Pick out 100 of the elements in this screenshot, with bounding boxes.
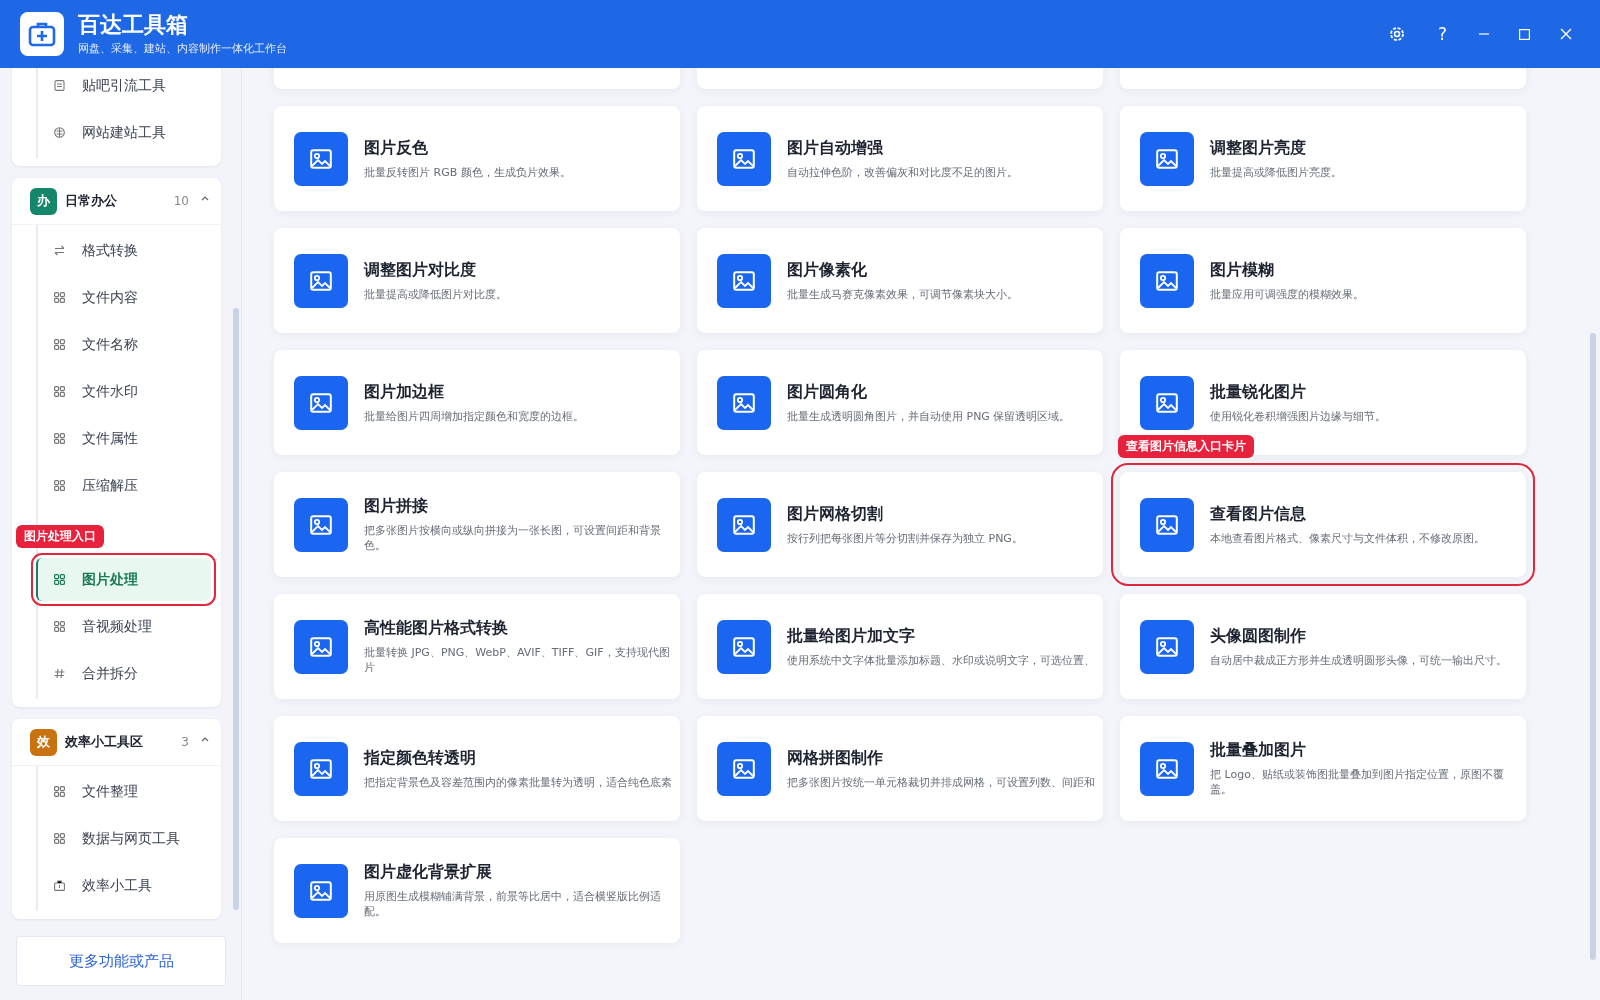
tool-card[interactable]: 调整图片亮度 批量提高或降低图片亮度。 — [1120, 106, 1526, 211]
image-icon — [1140, 375, 1194, 430]
image-icon — [294, 131, 348, 186]
card-description: 批量生成透明圆角图片，并自动使用 PNG 保留透明区域。 — [787, 408, 1072, 424]
card-title: 头像圆图制作 — [1210, 625, 1307, 647]
sidebar-item[interactable]: 压缩解压 — [38, 464, 211, 507]
sidebar-item[interactable]: 音视频处理 — [38, 605, 211, 648]
tool-card[interactable]: 头像圆图制作 自动居中裁成正方形并生成透明圆形头像，可统一输出尺寸。 — [1120, 594, 1526, 699]
image-icon — [717, 375, 771, 430]
image-icon — [717, 497, 771, 552]
sidebar-item[interactable]: 网站建站工具 — [38, 111, 211, 154]
tool-card[interactable]: 高性能图片格式转换 批量转换 JPG、PNG、WebP、AVIF、TIFF、GIF，支持现代图片 — [274, 594, 680, 699]
sidebar-item[interactable]: 文件内容 — [38, 276, 211, 319]
tool-card[interactable]: 批量叠加图片 把 Logo、贴纸或装饰图批量叠加到图片指定位置，原图不覆盖。 — [1120, 716, 1526, 821]
sidebar-item[interactable]: 数据与网页工具 — [38, 817, 211, 860]
callout-label: 图片处理入口 — [16, 525, 104, 548]
tool-card[interactable]: 图片自动增强 自动拉伸色阶，改善偏灰和对比度不足的图片。 — [697, 106, 1103, 211]
sidebar-item[interactable]: 格式转换 — [38, 229, 211, 272]
grid-icon — [54, 786, 65, 797]
image-icon — [294, 497, 348, 552]
card-description: 按行列把每张图片等分切割并保存为独立 PNG。 — [787, 530, 1024, 546]
image-icon — [1140, 619, 1194, 674]
tool-card[interactable]: 图片虚化背景扩展 用原图生成模糊铺满背景，前景等比居中，适合横竖版比例适配。 — [274, 838, 680, 943]
card-title: 图片反色 — [364, 137, 429, 159]
card-description: 批量给图片四周增加指定颜色和宽度的边框。 — [364, 408, 585, 424]
card-description: 批量反转图片 RGB 颜色，生成负片效果。 — [364, 164, 572, 180]
image-icon — [1140, 497, 1194, 552]
card-title: 批量锐化图片 — [1210, 381, 1307, 403]
callout-label: 查看图片信息入口卡片 — [1118, 435, 1254, 458]
image-icon — [1140, 253, 1194, 308]
swap-icon — [54, 245, 65, 256]
card-description: 自动拉伸色阶，改善偏灰和对比度不足的图片。 — [787, 164, 1019, 180]
image-icon — [294, 863, 348, 918]
hash-icon — [54, 668, 65, 679]
help-button[interactable]: ? — [1435, 24, 1449, 44]
tool-card[interactable]: 调整图片对比度 批量提高或降低图片对比度。 — [274, 228, 680, 333]
card-title: 网格拼图制作 — [787, 747, 884, 769]
more-products-button[interactable]: 更多功能或产品 — [16, 936, 226, 986]
card-title: 图片圆角化 — [787, 381, 868, 403]
card-description: 本地查看图片格式、像素尺寸与文件体积，不修改原图。 — [1210, 530, 1486, 546]
tool-card[interactable]: 批量给图片加文字 使用系统中文字体批量添加标题、水印或说明文字，可选位置、 — [697, 594, 1103, 699]
card-title: 图片虚化背景扩展 — [364, 862, 493, 883]
sidebar-item[interactable]: 效率小工具 — [38, 864, 211, 907]
image-icon — [294, 253, 348, 308]
globe-icon — [54, 127, 65, 138]
image-icon — [1140, 131, 1194, 186]
tool-card[interactable]: 网格拼图制作 把多张图片按统一单元格裁切并排成网格，可设置列数、间距和 — [697, 716, 1103, 821]
card-title: 图片拼接 — [364, 496, 429, 517]
card-description: 使用系统中文字体批量添加标题、水印或说明文字，可选位置、 — [787, 652, 1095, 668]
tool-card[interactable]: 指定颜色转透明 把指定背景色及容差范围内的像素批量转为透明，适合纯色底素 — [274, 716, 680, 821]
sidebar-item[interactable]: 文件整理 — [38, 770, 211, 813]
grid-icon — [54, 480, 65, 491]
card-title: 指定颜色转透明 — [364, 747, 477, 769]
app-subtitle: 网盘、采集、建站、内容制作一体化工作台 — [78, 41, 287, 56]
caret-icon[interactable] — [201, 195, 209, 201]
card-title: 图片加边框 — [364, 381, 445, 403]
sidebar-item[interactable]: 文件名称 — [38, 323, 211, 366]
group-badge: 办 — [30, 187, 57, 215]
card-title: 查看图片信息 — [1210, 503, 1307, 525]
tool-card[interactable]: 图片模糊 批量应用可调强度的模糊效果。 — [1120, 228, 1526, 333]
tool-card[interactable]: 图片像素化 批量生成马赛克像素效果，可调节像素块大小。 — [697, 228, 1103, 333]
tool-card[interactable]: 图片网格切割 按行列把每张图片等分切割并保存为独立 PNG。 — [697, 472, 1103, 577]
tool-card[interactable]: 图片加边框 批量给图片四周增加指定颜色和宽度的边框。 — [274, 350, 680, 455]
grid-icon — [54, 621, 65, 632]
card-title: 调整图片对比度 — [364, 259, 477, 281]
image-icon — [717, 741, 771, 796]
group-count: 3 — [181, 735, 189, 749]
card-description: 把指定背景色及容差范围内的像素批量转为透明，适合纯色底素 — [364, 774, 672, 790]
toolbox-icon — [54, 880, 65, 891]
card-title: 图片自动增强 — [787, 137, 884, 159]
caret-icon[interactable] — [201, 736, 209, 742]
card-description: 把多张图片按横向或纵向拼接为一张长图，可设置间距和背景色。 — [364, 523, 662, 553]
image-icon — [1140, 741, 1194, 796]
card-description: 批量应用可调强度的模糊效果。 — [1210, 286, 1365, 302]
tool-card[interactable]: 图片反色 批量反转图片 RGB 颜色，生成负片效果。 — [274, 106, 680, 211]
maximize-icon[interactable] — [1519, 28, 1530, 40]
card-description: 批量提高或降低图片亮度。 — [1210, 164, 1343, 180]
sidebar-item[interactable]: 文件水印 — [38, 370, 211, 413]
card-title: 图片模糊 — [1210, 259, 1275, 281]
card-description: 使用锐化卷积增强图片边缘与细节。 — [1210, 408, 1387, 424]
image-icon — [294, 741, 348, 796]
group-title: 效率小工具区 — [65, 733, 144, 751]
group-count: 10 — [173, 194, 189, 208]
card-description: 批量生成马赛克像素效果，可调节像素块大小。 — [787, 286, 1019, 302]
tool-card[interactable]: 图片圆角化 批量生成透明圆角图片，并自动使用 PNG 保留透明区域。 — [697, 350, 1103, 455]
grid-icon — [54, 386, 65, 397]
settings-icon[interactable] — [1387, 25, 1406, 43]
grid-icon — [54, 433, 65, 444]
close-icon[interactable] — [1560, 28, 1572, 40]
grid-icon — [54, 339, 65, 350]
card-title: 调整图片亮度 — [1210, 137, 1307, 159]
sidebar-item[interactable]: 文件属性 — [38, 417, 211, 460]
card-description: 批量提高或降低图片对比度。 — [364, 286, 508, 302]
tool-card[interactable]: 图片拼接 把多张图片按横向或纵向拼接为一张长图，可设置间距和背景色。 — [274, 472, 680, 577]
card-description: 把多张图片按统一单元格裁切并排成网格，可设置列数、间距和 — [787, 774, 1095, 790]
card-description: 自动居中裁成正方形并生成透明圆形头像，可统一输出尺寸。 — [1210, 652, 1508, 668]
image-icon — [294, 619, 348, 674]
sidebar-item[interactable]: 贴吧引流工具 — [38, 68, 211, 107]
sidebar-item[interactable]: 合并拆分 — [38, 652, 211, 695]
grid-icon — [54, 574, 65, 585]
